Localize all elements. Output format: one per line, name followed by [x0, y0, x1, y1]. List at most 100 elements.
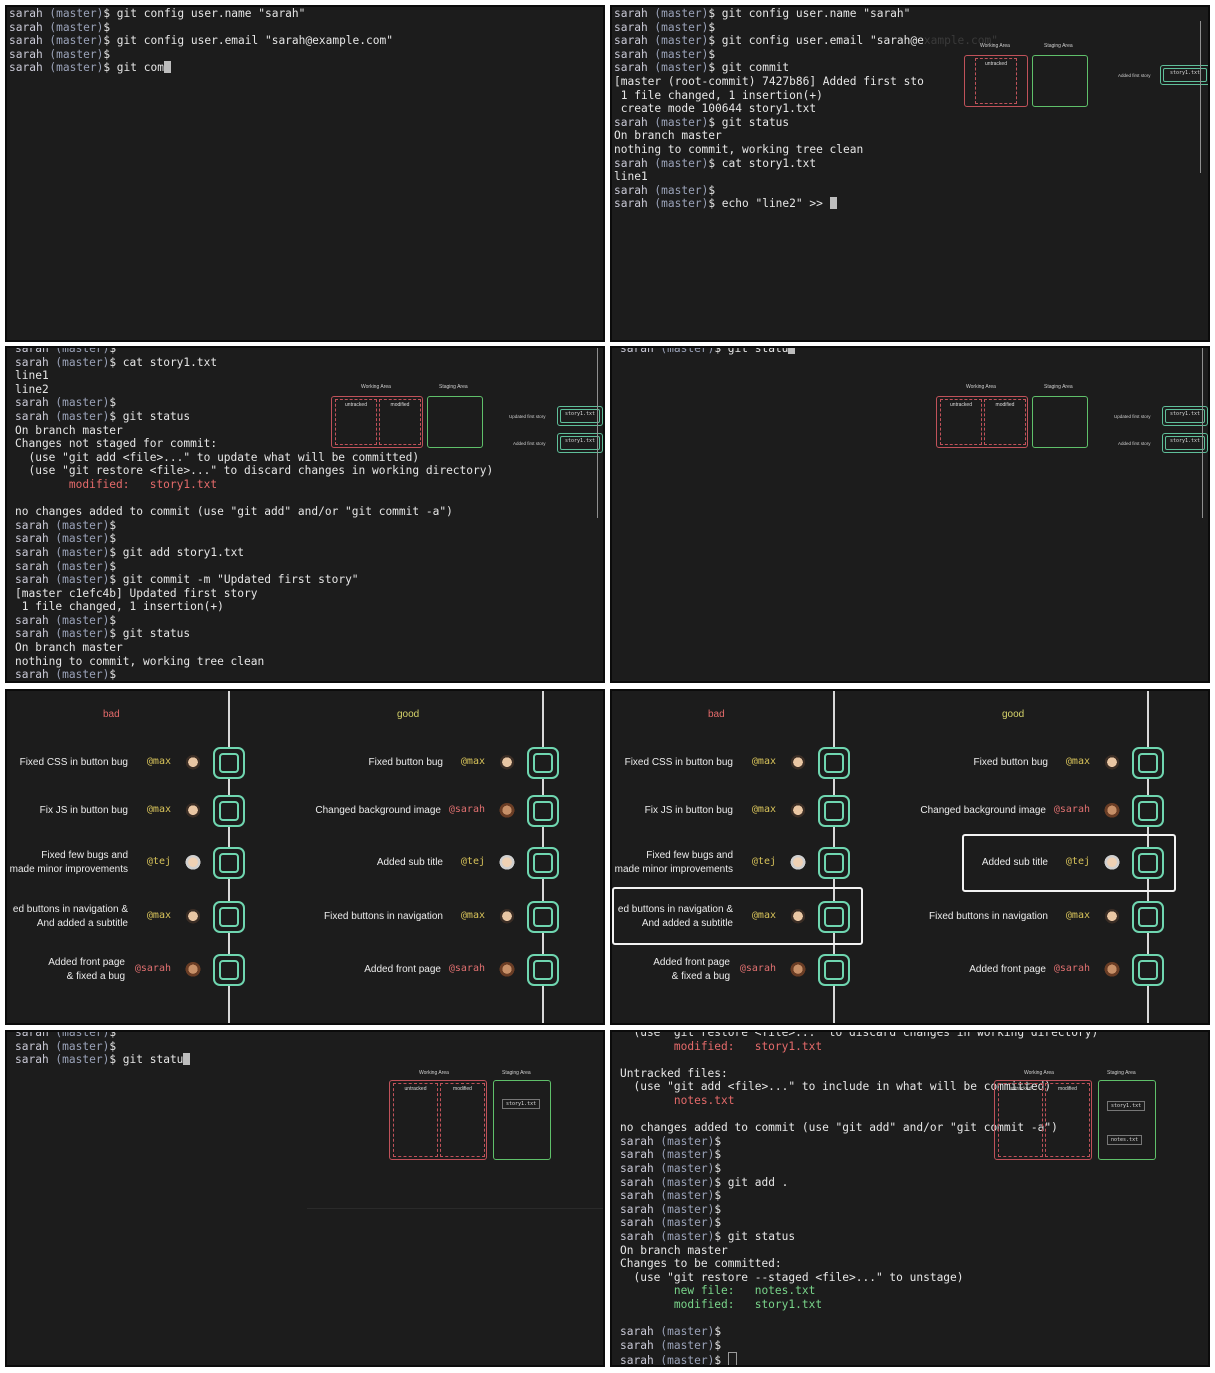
terminal-output: sarah (master)$ git statu — [620, 346, 796, 356]
avatar-max — [499, 755, 515, 771]
terminal-line: sarah (master)$ — [15, 1030, 190, 1040]
prompt-branch: (master) — [647, 47, 709, 61]
working-area-label: Working Area — [1024, 1070, 1054, 1076]
command-text: git commit — [715, 61, 790, 75]
commit-author: @sarah — [448, 804, 485, 815]
terminal-panel-2[interactable]: sarah (master)$ git config user.name "sa… — [610, 5, 1210, 342]
avatar-max — [790, 755, 806, 771]
command-text: git config user.email "sarah@e — [715, 34, 924, 48]
output-text: [master c1efc4b] Updated first story — [15, 586, 258, 600]
divider — [307, 1208, 603, 1209]
commit-node — [818, 795, 850, 827]
terminal-output: sarah (master)$ sarah (master)$ sarah (mas… — [15, 1030, 191, 1067]
avatar-tej — [185, 855, 201, 871]
avatar-sarah — [1104, 962, 1120, 978]
commit-label: Added first story — [513, 441, 546, 446]
output-text: Changes not staged for commit: — [15, 437, 218, 451]
text-cursor[interactable] — [727, 1352, 737, 1365]
output-text: line1 — [15, 369, 49, 383]
prompt-symbol: $ — [109, 559, 117, 573]
text-cursor[interactable] — [123, 682, 130, 683]
commit-label: Updated first story — [1114, 414, 1151, 419]
commit-history: bad good @max Fixed CSS in button bug @max Fi… — [612, 691, 1208, 1023]
prompt-branch: (master) — [653, 1161, 715, 1175]
staging-area-box — [1032, 55, 1088, 107]
output-text: On branch master — [15, 423, 123, 437]
prompt-branch: (master) — [48, 573, 110, 587]
terminal-panel-8[interactable]: (use "git restore <file>..." to discard … — [610, 1030, 1210, 1367]
staging-area-box: story1.txt notes.txt — [1098, 1080, 1156, 1160]
commit-message: Fixed few bugs and made minor improvemen… — [9, 850, 128, 875]
prompt-user: sarah — [15, 559, 49, 573]
avatar-tej — [499, 855, 515, 871]
staging-area-label: Staging Area — [1044, 43, 1073, 49]
command-text: git status — [715, 115, 790, 129]
avatar-max — [499, 909, 515, 925]
terminal-line: sarah (master)$ git config user.email "s… — [614, 34, 998, 48]
commit-history-panel-2: bad good @max Fixed CSS in button bug @max Fi… — [610, 689, 1210, 1025]
commit-message: Added sub title — [376, 857, 443, 868]
prompt-user: sarah — [614, 34, 648, 48]
output-text: On branch master — [15, 641, 123, 655]
terminal-panel-1[interactable]: sarah (master)$ git config user.name "sa… — [5, 5, 605, 342]
terminal-line: modified: story1.txt — [15, 478, 493, 492]
prompt-branch: (master) — [42, 7, 104, 20]
command-text: cat story1.txt — [116, 355, 218, 369]
terminal-line: sarah (master)$ git status — [620, 1230, 1098, 1244]
prompt-user: sarah — [620, 1325, 654, 1339]
prompt-user: sarah — [15, 532, 49, 546]
prompt-user: sarah — [620, 346, 654, 355]
staged-file: notes.txt — [1107, 1135, 1143, 1145]
selected-commit-highlight — [612, 887, 863, 945]
working-area-box: untracked modified — [994, 1080, 1092, 1160]
prompt-user: sarah — [15, 355, 49, 369]
terminal-line: (use "git restore <file>..." to discard … — [15, 464, 493, 478]
commit-message: Fix JS in button bug — [644, 805, 733, 816]
untracked-zone: untracked — [975, 58, 1017, 104]
commit-author: @sarah — [1053, 963, 1090, 974]
text-cursor[interactable] — [163, 61, 171, 74]
terminal-panel-3[interactable]: sarah (master)$ sarah (master)$ cat story… — [5, 346, 605, 683]
scrollbar[interactable] — [603, 21, 604, 341]
commit-message: ed buttons in navigation & And added a s… — [12, 904, 128, 929]
commit-node — [527, 795, 559, 827]
terminal-line: sarah (master)$ git config user.name "sa… — [9, 7, 393, 21]
prompt-user: sarah — [620, 1216, 654, 1230]
prompt-user: sarah — [15, 518, 49, 532]
output-text: (use "git restore <file>..." to discard … — [15, 464, 494, 478]
prompt-user: sarah — [620, 1354, 654, 1367]
command-text: git config user.email "sarah@example.com… — [110, 34, 393, 48]
output-text: [master (root-commit) 7427b86] Added fir… — [614, 74, 924, 88]
commit-message: Changed background image — [315, 805, 441, 816]
prompt-branch: (master) — [653, 1229, 715, 1243]
terminal-panel-7[interactable]: sarah (master)$ sarah (master)$ sarah (mas… — [5, 1030, 605, 1367]
prompt-symbol: $ — [714, 1325, 722, 1339]
commit-message: Changed background image — [920, 805, 1046, 816]
commit-node — [213, 747, 245, 779]
prompt-user: sarah — [15, 668, 49, 682]
prompt-branch: (master) — [653, 1338, 715, 1352]
terminal-line: sarah (master)$ git add . — [620, 1176, 1098, 1190]
prompt-user: sarah — [620, 1229, 654, 1243]
terminal-panel-4[interactable]: sarah (master)$ git statu Working Area S… — [610, 346, 1210, 683]
command-text: git status — [721, 1229, 796, 1243]
commit-node — [213, 954, 245, 986]
commit-author: @sarah — [134, 963, 171, 974]
prompt-branch: (master) — [49, 682, 110, 683]
prompt-branch: (master) — [653, 1202, 715, 1216]
terminal-line: sarah (master)$ — [9, 48, 393, 62]
prompt-branch: (master) — [653, 1354, 715, 1367]
text-cursor[interactable] — [829, 197, 837, 210]
commit-node — [527, 747, 559, 779]
commit-node — [818, 954, 850, 986]
staging-area-label: Staging Area — [502, 1070, 531, 1076]
text-cursor[interactable] — [788, 348, 796, 354]
text-cursor[interactable] — [183, 1053, 191, 1066]
prompt-user: sarah — [15, 1030, 49, 1039]
avatar-sarah — [790, 962, 806, 978]
staging-area-box — [427, 396, 483, 448]
